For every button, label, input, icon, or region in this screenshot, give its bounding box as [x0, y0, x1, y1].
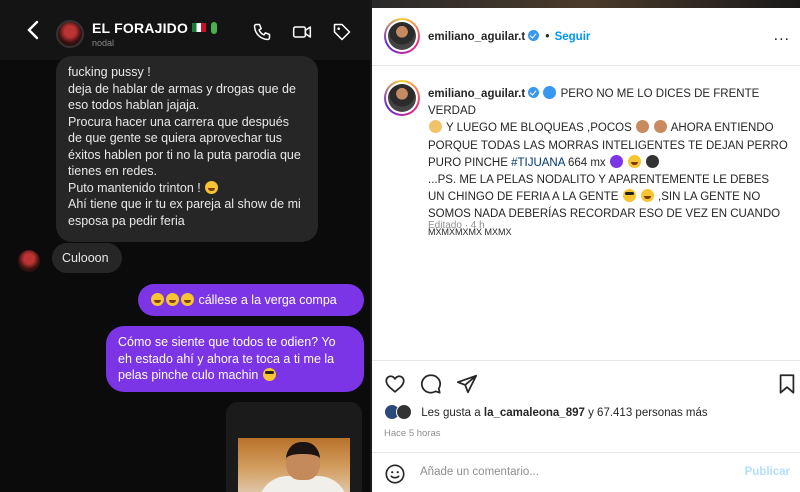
likes-prefix: Les gusta a — [421, 407, 481, 419]
follow-button[interactable]: Seguir — [555, 31, 591, 43]
egg-emoji-icon — [654, 120, 668, 134]
separator-dot: • — [545, 31, 550, 43]
sunglasses-emoji-icon — [262, 368, 276, 381]
laughing-emoji-icon — [205, 180, 219, 194]
post-timestamp[interactable]: Hace 5 horas — [384, 428, 441, 439]
shared-post-preview[interactable] — [226, 402, 362, 492]
likes-user-link[interactable]: la_camaleona_897 — [484, 407, 585, 419]
instagram-post-panel: emiliano_aguilar.t • Seguir ... emiliano… — [372, 0, 800, 492]
caption-author-avatar[interactable] — [384, 80, 420, 116]
back-icon[interactable] — [26, 20, 44, 42]
liker-avatars[interactable] — [384, 404, 414, 420]
outgoing-message-bubble[interactable]: Cómo se siente que todos te odien? Yo eh… — [106, 326, 364, 392]
laughing-emoji-icon — [151, 293, 164, 306]
author-row: emiliano_aguilar.t • Seguir — [428, 30, 590, 43]
person-emoji-icon — [429, 120, 442, 134]
message-line: Ahí tiene que ir tu ex pareja al show de… — [68, 197, 301, 228]
likes-count[interactable]: y 67.413 personas más — [588, 407, 708, 419]
hashtag-link[interactable]: #TIJUANA — [511, 157, 565, 169]
outgoing-message-bubble[interactable]: cállese a la verga compa — [138, 284, 364, 316]
mexico-flag-icon — [192, 23, 207, 32]
comment-input[interactable] — [420, 466, 720, 478]
message-line: Puto mantenido trinton ! — [68, 180, 201, 195]
phone-icon[interactable] — [252, 22, 272, 42]
tag-icon[interactable] — [332, 22, 352, 42]
incoming-message-bubble[interactable]: fucking pussy ! deja de hablar de armas … — [56, 56, 318, 242]
caption-username[interactable]: emiliano_aguilar.t — [428, 88, 525, 100]
verified-badge-icon — [528, 30, 540, 41]
shared-post-image-head — [286, 442, 320, 480]
caption-text: 664 mx — [567, 156, 606, 169]
post-caption: emiliano_aguilar.t PERO NO ME LO DICES D… — [428, 86, 788, 241]
liker-avatar — [396, 404, 412, 420]
laughing-emoji-icon — [181, 293, 194, 306]
likes-summary: Les gusta a la_camaleona_897 y 67.413 pe… — [384, 404, 708, 420]
message-text: cállese a la verga compa — [198, 293, 337, 307]
verified-badge-icon — [528, 87, 540, 98]
more-icon[interactable]: ... — [774, 27, 790, 45]
message-line-row: Puto mantenido trinton ! — [68, 180, 306, 197]
post-actions — [372, 360, 800, 402]
dm-conversation: EL FORAJIDO nodal fucking pussy ! deja d… — [0, 0, 372, 492]
video-icon[interactable] — [292, 22, 312, 42]
laughing-emoji-icon — [166, 293, 179, 306]
comment-icon[interactable] — [420, 373, 442, 395]
top-image-strip — [372, 0, 800, 8]
avatar-photo — [388, 22, 416, 50]
message-line: fucking pussy ! — [68, 65, 151, 79]
contact-avatar[interactable] — [56, 20, 84, 48]
message-line: Procura hacer una carrera que después de… — [68, 114, 301, 179]
emoji-icon — [609, 154, 623, 168]
publish-button[interactable]: Publicar — [745, 466, 790, 478]
emoji-icon — [543, 86, 557, 99]
laughing-emoji-icon — [628, 154, 642, 168]
avatar-photo — [388, 84, 416, 112]
author-avatar[interactable] — [384, 18, 420, 54]
dm-header: EL FORAJIDO nodal — [0, 0, 372, 60]
cactus-icon — [211, 22, 218, 34]
share-icon[interactable] — [456, 373, 478, 395]
caption-text: Y LUEGO ME BLOQUEAS ,POCOS — [446, 122, 632, 135]
message-line: deja de hablar de armas y drogas que de … — [68, 81, 296, 113]
ninja-emoji-icon — [646, 154, 660, 168]
contact-name: EL FORAJIDO — [92, 20, 189, 36]
emoji-icon[interactable] — [384, 463, 406, 485]
heart-icon[interactable] — [384, 373, 406, 395]
bookmark-icon[interactable] — [776, 373, 798, 395]
egg-emoji-icon — [635, 120, 649, 134]
comment-bar: Publicar — [372, 452, 800, 492]
edited-timestamp: Editado · 4 h — [428, 220, 485, 231]
contact-subtitle: nodal — [92, 38, 115, 48]
laughing-emoji-icon — [640, 189, 654, 203]
contact-avatar-small — [18, 250, 40, 272]
post-header: emiliano_aguilar.t • Seguir ... — [372, 8, 800, 66]
contact-name-row[interactable]: EL FORAJIDO — [92, 20, 218, 36]
author-username[interactable]: emiliano_aguilar.t — [428, 31, 525, 43]
shared-post-image — [238, 438, 350, 492]
message-text: Cómo se siente que todos te odien? Yo eh… — [118, 335, 336, 382]
incoming-message-bubble[interactable]: Culooon — [52, 243, 122, 273]
sunglasses-emoji-icon — [622, 189, 636, 203]
